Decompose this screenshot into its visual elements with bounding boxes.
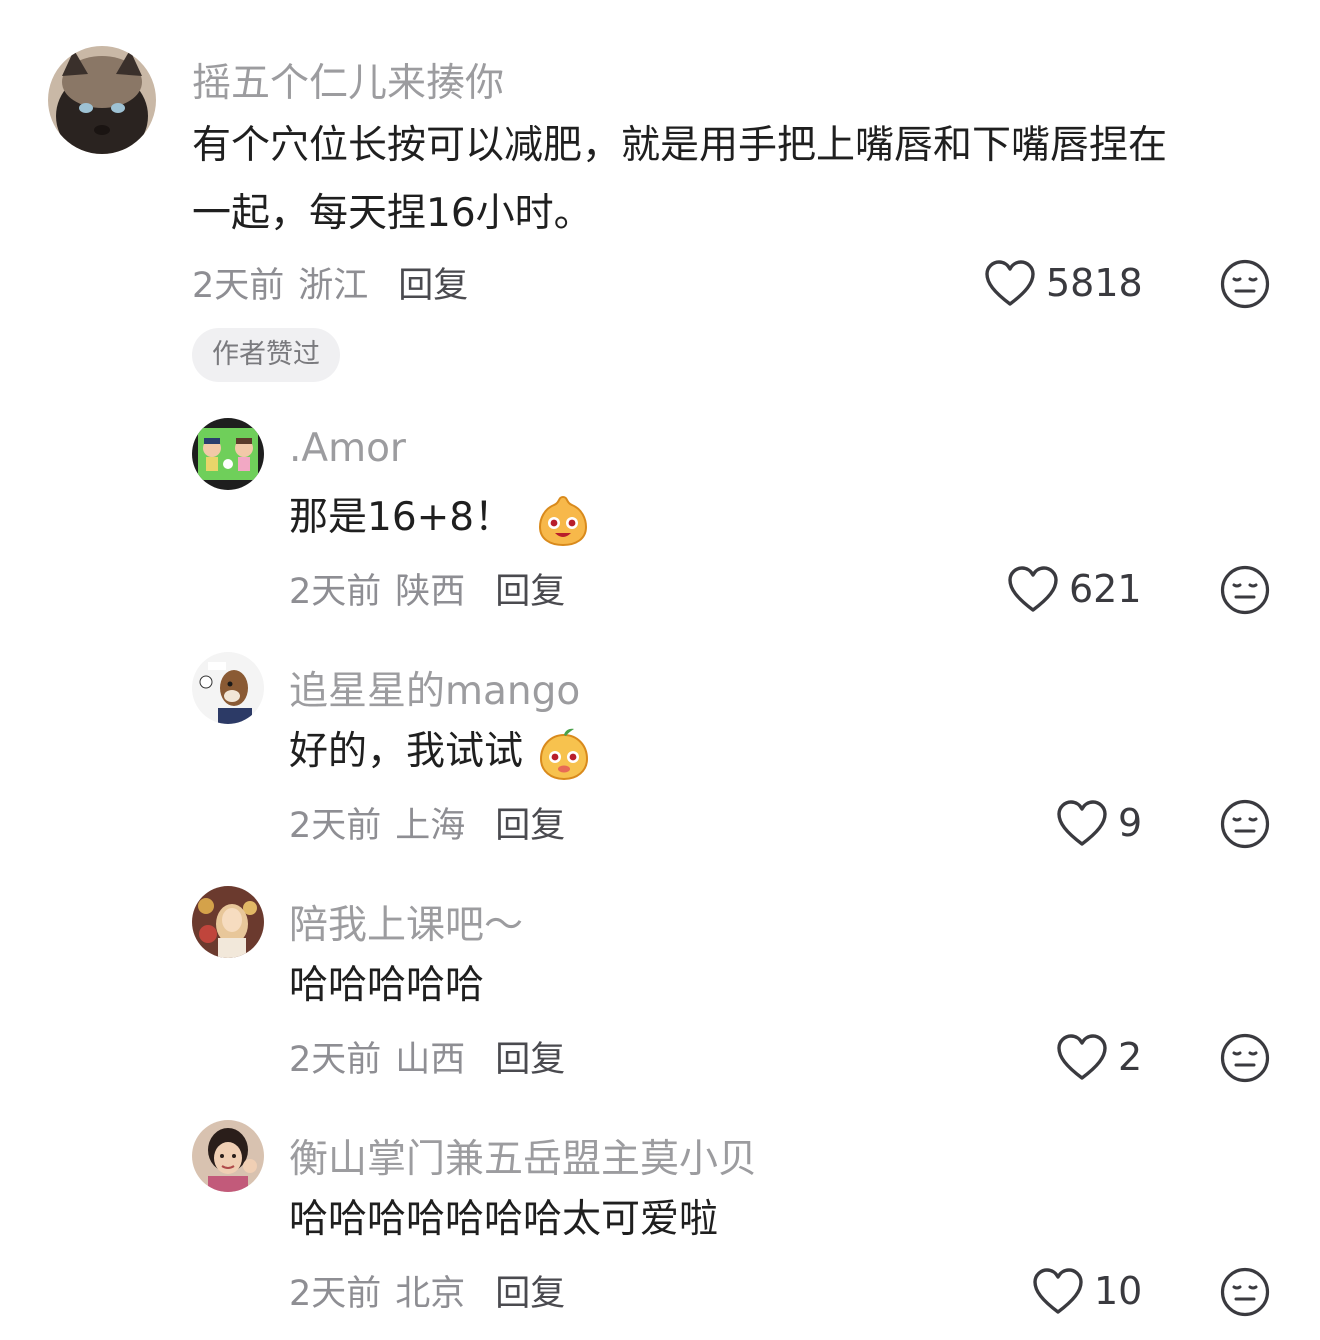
comment-text-line: 有个穴位长按可以减肥，就是用手把上嘴唇和下嘴唇捏在 bbox=[192, 123, 1168, 168]
comment-meta: 2天前 陕西 回复 bbox=[289, 564, 565, 612]
heart-outline-icon bbox=[1057, 800, 1107, 846]
username[interactable]: .Amor bbox=[289, 426, 406, 471]
comment-text: 好的，我试试 bbox=[289, 718, 591, 786]
like-button[interactable]: 10 bbox=[1032, 1266, 1142, 1316]
comment-location: 山西 bbox=[395, 1039, 466, 1080]
like-count: 2 bbox=[1118, 1035, 1143, 1079]
meh-face-icon bbox=[1220, 1267, 1270, 1317]
like-button[interactable]: 9 bbox=[1056, 798, 1142, 848]
comment-meta: 2天前 山西 回复 bbox=[289, 1032, 565, 1080]
comment-text: 那是16+8！ bbox=[289, 484, 590, 552]
like-button[interactable]: 5818 bbox=[984, 258, 1143, 308]
avatar[interactable] bbox=[192, 652, 264, 724]
like-button[interactable]: 2 bbox=[1056, 1032, 1142, 1082]
avatar[interactable] bbox=[192, 886, 264, 958]
meh-face-icon bbox=[1220, 1033, 1270, 1083]
username[interactable]: 衡山掌门兼五岳盟主莫小贝 bbox=[289, 1128, 757, 1184]
reply-button[interactable]: 回复 bbox=[495, 1265, 565, 1316]
username[interactable]: 陪我上课吧～ bbox=[289, 894, 523, 950]
heart-outline-icon bbox=[1008, 566, 1058, 612]
comment-text: 有个穴位长按可以减肥，就是用手把上嘴唇和下嘴唇捏在 一起，每天捏16小时。 bbox=[192, 112, 1292, 248]
like-button[interactable]: 621 bbox=[1007, 564, 1142, 614]
like-count: 5818 bbox=[1046, 261, 1143, 305]
comment-text-content: 哈哈哈哈哈哈哈太可爱啦 bbox=[289, 1197, 719, 1242]
comment-meta: 2天前 浙江 回复 bbox=[192, 258, 468, 306]
username[interactable]: 摇五个仁儿来揍你 bbox=[192, 52, 504, 108]
comment-time: 2天前 bbox=[192, 265, 285, 306]
meh-face-icon bbox=[1220, 565, 1270, 615]
like-count: 621 bbox=[1069, 567, 1142, 611]
comment-location: 陕西 bbox=[395, 571, 466, 612]
smiling-face-emoji bbox=[538, 495, 587, 546]
meh-face-icon bbox=[1220, 799, 1270, 849]
reply-button[interactable]: 回复 bbox=[495, 1031, 565, 1082]
heart-outline-icon bbox=[1033, 1268, 1083, 1314]
comment-text: 哈哈哈哈哈哈哈太可爱啦 bbox=[289, 1186, 718, 1254]
dislike-button[interactable] bbox=[1220, 799, 1270, 849]
reply-button[interactable]: 回复 bbox=[495, 797, 565, 848]
dislike-button[interactable] bbox=[1220, 259, 1270, 309]
author-liked-badge: 作者赞过 bbox=[192, 328, 340, 382]
comment-meta: 2天前 北京 回复 bbox=[289, 1266, 565, 1314]
comment-text-content: 哈哈哈哈哈 bbox=[289, 963, 485, 1008]
avatar[interactable] bbox=[192, 1120, 264, 1192]
comment-time: 2天前 bbox=[289, 1039, 382, 1080]
comment-location: 上海 bbox=[395, 805, 466, 846]
reply-button[interactable]: 回复 bbox=[495, 563, 565, 614]
comment-time: 2天前 bbox=[289, 1273, 382, 1314]
like-count: 10 bbox=[1094, 1269, 1143, 1313]
avatar[interactable] bbox=[48, 46, 156, 154]
comment-time: 2天前 bbox=[289, 805, 382, 846]
comment-location: 北京 bbox=[395, 1273, 466, 1314]
heart-outline-icon bbox=[1057, 1034, 1107, 1080]
dislike-button[interactable] bbox=[1220, 1267, 1270, 1317]
heart-outline-icon bbox=[985, 260, 1035, 306]
reply-button[interactable]: 回复 bbox=[398, 257, 468, 308]
dislike-button[interactable] bbox=[1220, 565, 1270, 615]
comment-text-line: 一起，每天捏16小时。 bbox=[192, 191, 593, 236]
comment-text-content: 好的，我试试 bbox=[289, 729, 524, 774]
smiling-face-emoji bbox=[540, 728, 589, 780]
comment-time: 2天前 bbox=[289, 571, 382, 612]
dislike-button[interactable] bbox=[1220, 1033, 1270, 1083]
like-count: 9 bbox=[1118, 801, 1143, 845]
comment-location: 浙江 bbox=[298, 265, 369, 306]
comment-text: 哈哈哈哈哈 bbox=[289, 952, 484, 1020]
meh-face-icon bbox=[1220, 259, 1270, 309]
comment-meta: 2天前 上海 回复 bbox=[289, 798, 565, 846]
comment-text-content: 那是16+8！ bbox=[289, 495, 514, 540]
avatar[interactable] bbox=[192, 418, 264, 490]
username[interactable]: 追星星的mango bbox=[289, 660, 580, 716]
